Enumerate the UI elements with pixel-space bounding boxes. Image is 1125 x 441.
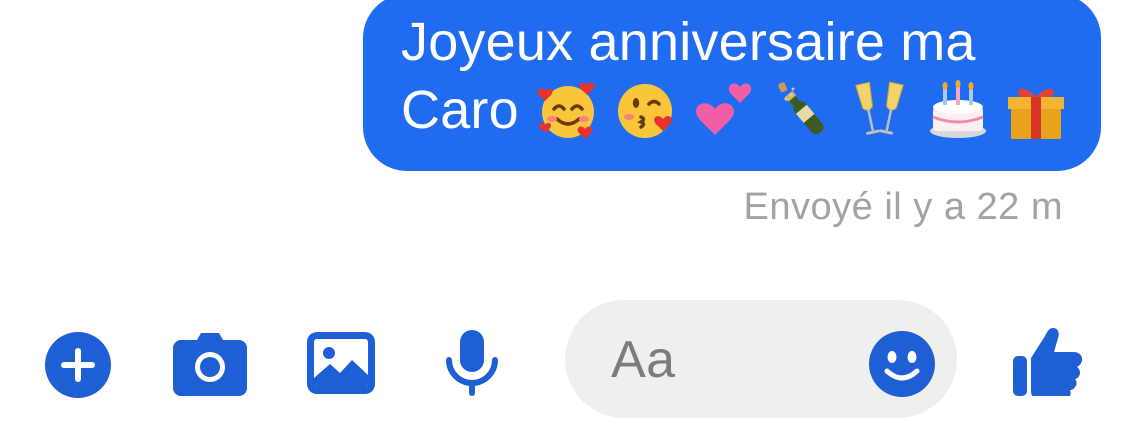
- message-text-line-1: Joyeux anniversaire ma: [401, 12, 976, 72]
- like-button[interactable]: [1013, 326, 1083, 396]
- microphone-button[interactable]: [444, 330, 500, 398]
- gallery-button[interactable]: [307, 332, 375, 394]
- smiling-face-with-hearts-icon: [537, 82, 595, 139]
- camera-button[interactable]: [173, 332, 247, 396]
- message-text-name: Caro: [401, 80, 519, 140]
- two-hearts-icon: [695, 83, 752, 135]
- sent-message-bubble[interactable]: Joyeux anniversaire ma Caro: [363, 0, 1101, 171]
- message-input-placeholder: Aa: [611, 331, 676, 389]
- add-button[interactable]: [44, 331, 112, 399]
- emoji-row: [537, 76, 1067, 144]
- wrapped-gift-icon: [1007, 88, 1064, 139]
- thumbs-up-icon: [1013, 328, 1083, 396]
- face-blowing-kiss-icon: [617, 84, 672, 138]
- bottle-with-popping-cork-icon: [778, 82, 824, 135]
- camera-icon: [173, 333, 247, 396]
- message-status: Envoyé il y a 22 m: [743, 186, 1063, 228]
- clinking-glasses-icon: [854, 81, 904, 135]
- plus-icon: [45, 332, 111, 398]
- emoji-smiley-icon[interactable]: [869, 331, 935, 397]
- birthday-cake-icon: [929, 80, 986, 138]
- gallery-icon: [307, 332, 375, 394]
- message-text-line-2: Caro: [401, 76, 1071, 144]
- message-input[interactable]: Aa: [565, 300, 957, 418]
- microphone-icon: [446, 330, 498, 396]
- chat-screen: Joyeux anniversaire ma Caro Envoyé il y …: [0, 0, 1125, 441]
